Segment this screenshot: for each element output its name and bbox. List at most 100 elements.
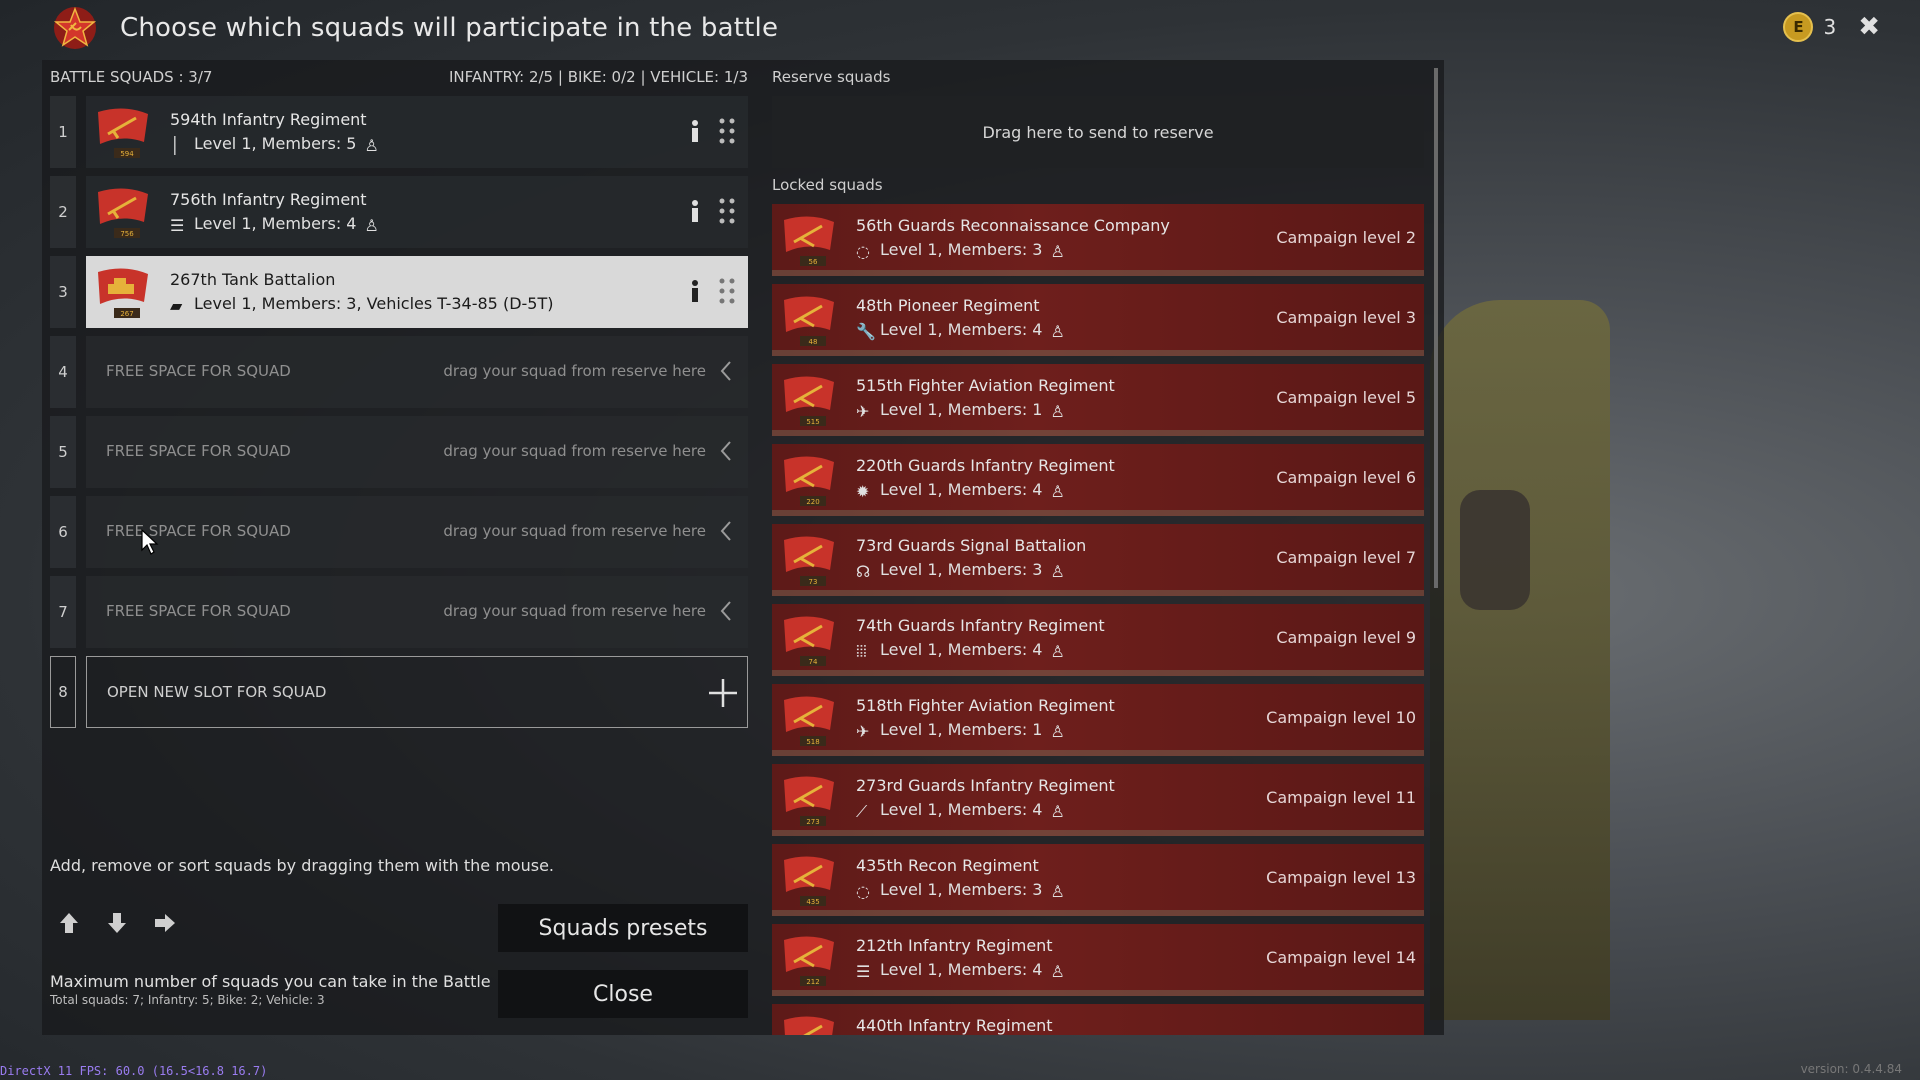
person-icon: ♙	[1050, 241, 1065, 261]
squad-name: 594th Infantry Regiment	[170, 110, 367, 129]
info-icon[interactable]	[688, 116, 702, 146]
free-slot-label: FREE SPACE FOR SQUAD	[106, 522, 291, 540]
locked-squad-row[interactable]: 440th Infantry Regiment⟋♙	[772, 1004, 1424, 1035]
squad-name: 440th Infantry Regiment	[856, 1016, 1053, 1035]
header: Choose which squads will participate in …	[52, 6, 778, 50]
locked-squad-row[interactable]: 56 56th Guards Reconnaissance Company ◌ Lev…	[772, 204, 1424, 276]
arrow-right-icon[interactable]	[152, 910, 178, 936]
campaign-level-requirement: Campaign level 7	[1276, 548, 1416, 567]
drag-handle-icon[interactable]	[718, 116, 736, 146]
squad-slot[interactable]: 1 594 594th Infantry Regiment │ Level 1,…	[50, 96, 748, 168]
person-icon: ♙	[1050, 481, 1065, 501]
flag-number: 220	[806, 498, 819, 506]
flag-number: 73	[809, 578, 818, 586]
drag-hint: Add, remove or sort squads by dragging t…	[50, 856, 554, 875]
squad-name: 518th Fighter Aviation Regiment	[856, 696, 1115, 715]
free-slot[interactable]: 5 FREE SPACE FOR SQUAD drag your squad f…	[50, 416, 748, 488]
rifle-icon: ⟋	[856, 801, 868, 821]
close-button[interactable]: Close	[498, 970, 748, 1018]
open-new-slot[interactable]: 8 OPEN NEW SLOT FOR SQUAD	[50, 656, 748, 728]
squad-info: Level 1, Members: 4	[880, 480, 1043, 499]
person-icon: ♙	[1050, 641, 1065, 661]
slot-number: 6	[50, 496, 76, 568]
drag-handle-icon[interactable]	[718, 196, 736, 226]
info-icon[interactable]	[688, 196, 702, 226]
flag-number: 273	[806, 818, 819, 826]
tank-icon: ▰	[170, 295, 183, 315]
reserve-drop-zone[interactable]: Drag here to send to reserve	[772, 96, 1424, 168]
scrollbar[interactable]	[1434, 68, 1438, 588]
free-slot[interactable]: 7 FREE SPACE FOR SQUAD drag your squad f…	[50, 576, 748, 648]
locked-squad-row[interactable]: 212 212th Infantry Regiment ☰ Level 1, Memb…	[772, 924, 1424, 996]
squad-name: 273rd Guards Infantry Regiment	[856, 776, 1115, 795]
squad-flag-icon: 48	[784, 296, 834, 346]
campaign-level-requirement: Campaign level 2	[1276, 228, 1416, 247]
locked-squad-row[interactable]: 74 74th Guards Infantry Regiment ⦙⦙⦙ Level …	[772, 604, 1424, 676]
max-squads-detail: Total squads: 7; Infantry: 5; Bike: 2; V…	[50, 993, 325, 1007]
free-slot-label: FREE SPACE FOR SQUAD	[106, 362, 291, 380]
flag-number: 267	[120, 310, 133, 318]
squad-name: 220th Guards Infantry Regiment	[856, 456, 1115, 475]
squad-info: Level 1, Members: 1	[880, 400, 1043, 419]
squad-slot[interactable]: 3 267 267th Tank Battalion ▰ Level 1, Me…	[50, 256, 748, 328]
info-icon[interactable]	[688, 276, 702, 306]
free-slot-hint: drag your squad from reserve here	[443, 602, 706, 620]
free-slot-label: FREE SPACE FOR SQUAD	[106, 442, 291, 460]
mouse-cursor-icon	[141, 528, 159, 555]
locked-squad-row[interactable]: 435 435th Recon Regiment ◌ Level 1, Members…	[772, 844, 1424, 916]
currency-value: 3	[1823, 15, 1837, 39]
locked-squad-row[interactable]: 515 515th Fighter Aviation Regiment ✈ Level…	[772, 364, 1424, 436]
currency-display: E 3 ✖	[1783, 12, 1880, 42]
person-icon: ♙	[1050, 721, 1065, 741]
squad-flag-icon: 594	[98, 108, 148, 158]
person-icon: ♙	[1050, 801, 1065, 821]
squad-name: 267th Tank Battalion	[170, 270, 336, 289]
flag-number: 212	[806, 978, 819, 986]
squads-presets-button[interactable]: Squads presets	[498, 904, 748, 952]
squad-type-limits: INFANTRY: 2/5 | BIKE: 0/2 | VEHICLE: 1/3	[448, 68, 748, 86]
squad-flag-icon: 212	[784, 936, 834, 986]
squad-flag-icon	[784, 1016, 834, 1035]
locked-squad-row[interactable]: 518 518th Fighter Aviation Regiment ✈ Level…	[772, 684, 1424, 756]
chevron-left-icon	[720, 601, 731, 621]
locked-squad-row[interactable]: 273 273rd Guards Infantry Regiment ⟋ Level …	[772, 764, 1424, 836]
slot-number: 2	[50, 176, 76, 248]
free-slot[interactable]: 4 FREE SPACE FOR SQUAD drag your squad f…	[50, 336, 748, 408]
chevron-left-icon	[720, 521, 731, 541]
flag-number: 756	[120, 230, 134, 238]
arrow-down-icon[interactable]	[104, 910, 130, 936]
flag-number: 594	[120, 150, 134, 158]
star-emblem-icon	[53, 6, 97, 49]
fps-counter: DirectX 11 FPS: 60.0 (16.5<16.8 16.7)	[0, 1064, 268, 1078]
squad-slot[interactable]: 2 756 756th Infantry Regiment ☰ Level 1,…	[50, 176, 748, 248]
squad-flag-icon: 74	[784, 616, 834, 666]
squad-name: 435th Recon Regiment	[856, 856, 1039, 875]
free-slot-label: FREE SPACE FOR SQUAD	[106, 602, 291, 620]
squad-name: 48th Pioneer Regiment	[856, 296, 1040, 315]
squad-info: Level 1, Members: 4	[880, 640, 1043, 659]
locked-squad-row[interactable]: 220 220th Guards Infantry Regiment ✹ Level …	[772, 444, 1424, 516]
squad-flag-icon: 756	[98, 188, 148, 238]
squad-name: 756th Infantry Regiment	[170, 190, 367, 209]
arrow-up-icon[interactable]	[56, 910, 82, 936]
flag-number: 56	[809, 258, 818, 266]
squad-flag-icon: 267	[98, 268, 148, 318]
campaign-level-requirement: Campaign level 5	[1276, 388, 1416, 407]
campaign-level-requirement: Campaign level 10	[1266, 708, 1416, 727]
locked-squad-row[interactable]: 73 73rd Guards Signal Battalion ☊ Level 1, …	[772, 524, 1424, 596]
reserve-title: Reserve squads	[772, 68, 891, 86]
drag-handle-icon[interactable]	[718, 276, 736, 306]
squad-name: 212th Infantry Regiment	[856, 936, 1053, 955]
slot-number: 5	[50, 416, 76, 488]
person-icon: ♙	[1050, 561, 1065, 581]
locked-squad-row[interactable]: 48 48th Pioneer Regiment 🔧 Level 1, Members…	[772, 284, 1424, 356]
person-icon: ♙	[364, 135, 379, 155]
close-icon[interactable]: ✖	[1858, 12, 1880, 42]
person-icon: ♙	[1050, 961, 1065, 981]
squad-flag-icon: 273	[784, 776, 834, 826]
plus-icon[interactable]	[705, 675, 741, 711]
campaign-level-requirement: Campaign level 13	[1266, 868, 1416, 887]
flag-number: 74	[809, 658, 818, 666]
flag-number: 48	[809, 338, 818, 346]
free-slot-hint: drag your squad from reserve here	[443, 362, 706, 380]
